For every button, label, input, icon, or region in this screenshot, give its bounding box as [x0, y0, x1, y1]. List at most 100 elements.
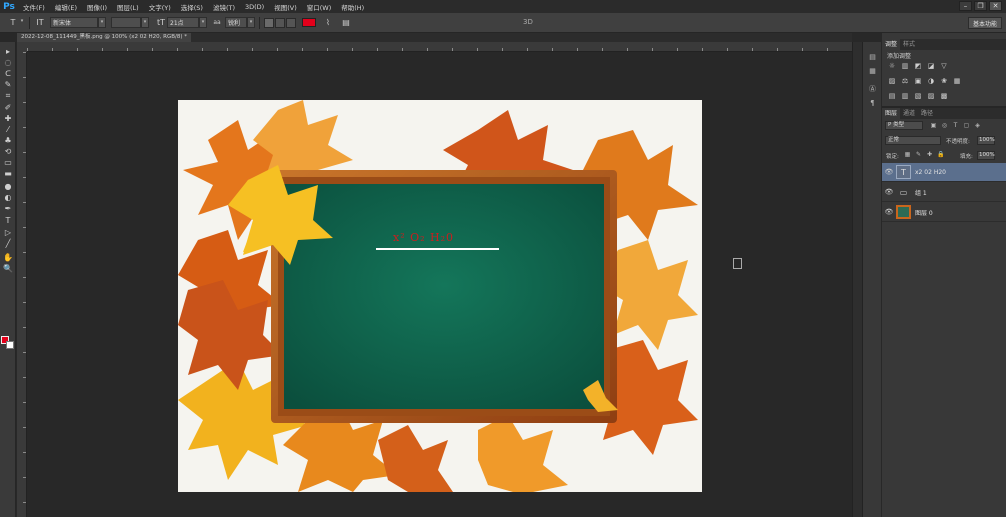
- menu-layer[interactable]: 图层(L): [112, 2, 144, 12]
- filter-4-icon[interactable]: ◈: [974, 122, 981, 129]
- menu-select[interactable]: 选择(S): [176, 2, 208, 12]
- align-left-button[interactable]: [264, 17, 274, 28]
- eye-icon[interactable]: 👁: [882, 188, 896, 196]
- layers-tabs: 图层 通道 路径: [882, 108, 1006, 119]
- menu-image[interactable]: 图像(I): [82, 2, 112, 12]
- font-style-select[interactable]: [111, 17, 141, 28]
- font-family-select[interactable]: 新宋体: [50, 17, 98, 28]
- gradient-tool-icon[interactable]: ▬: [2, 168, 14, 180]
- font-family-dropdown[interactable]: ▾: [98, 17, 106, 28]
- adjustment-5-icon[interactable]: ▦: [952, 77, 962, 85]
- font-size-icon: tT: [156, 17, 166, 27]
- panel-icon-strip: ▤ ▦ Ⓐ ¶: [862, 42, 881, 517]
- tab-adjustments[interactable]: 调整: [882, 39, 901, 50]
- adjustment-4-icon[interactable]: ▽: [939, 62, 949, 70]
- minimize-button[interactable]: –: [959, 1, 972, 11]
- vertical-ruler[interactable]: [17, 52, 27, 517]
- adjustment-0-icon[interactable]: ▨: [887, 77, 897, 85]
- 3d-button[interactable]: 3D: [523, 18, 533, 26]
- filter-1-icon[interactable]: ◎: [941, 122, 948, 129]
- pen-tool-icon[interactable]: ✒: [2, 203, 14, 215]
- opacity-field[interactable]: 100%: [977, 136, 995, 145]
- tab-paths[interactable]: 路径: [918, 108, 936, 119]
- options-bar: T ▾ IT 新宋体 ▾ ▾ tT 21点 ▾ aa 锐利 ▾ ⌇ ▤ 3D 基…: [0, 13, 1006, 33]
- font-size-select[interactable]: 21点: [167, 17, 199, 28]
- blend-mode-select[interactable]: 正常: [885, 136, 941, 145]
- close-button[interactable]: ✕: [989, 1, 1002, 11]
- adjustment-2-icon[interactable]: ▧: [913, 92, 923, 100]
- menu-help[interactable]: 帮助(H): [336, 2, 369, 12]
- adjustment-1-icon[interactable]: ▥: [900, 92, 910, 100]
- align-center-button[interactable]: [275, 17, 285, 28]
- antialias-dropdown[interactable]: ▾: [247, 17, 255, 28]
- character-panel-icon[interactable]: Ⓐ: [867, 84, 878, 95]
- horizontal-ruler[interactable]: [27, 42, 852, 52]
- workspace-select[interactable]: 基本功能: [967, 17, 1002, 29]
- layer-row-image[interactable]: 👁 图层 0: [882, 203, 1006, 222]
- tab-styles[interactable]: 样式: [900, 39, 918, 50]
- tab-layers[interactable]: 图层: [882, 108, 901, 119]
- eye-icon[interactable]: 👁: [882, 168, 896, 176]
- image-layer-thumb: [896, 205, 911, 219]
- line-tool-icon[interactable]: ╱: [2, 238, 14, 250]
- lock-icons: ▦ ✎ ✚ 🔒: [904, 151, 945, 158]
- actions-panel-icon[interactable]: ▦: [867, 66, 878, 77]
- zoom-tool-icon[interactable]: 🔍: [2, 263, 14, 275]
- preset-dropdown-icon[interactable]: ▾: [19, 17, 25, 28]
- restore-button[interactable]: ❐: [974, 1, 987, 11]
- text-color-swatch[interactable]: [302, 18, 316, 27]
- adjustment-4-icon[interactable]: ▩: [939, 92, 949, 100]
- menu-file[interactable]: 文件(F): [18, 2, 50, 12]
- menu-edit[interactable]: 编辑(E): [50, 2, 82, 12]
- filter-0-icon[interactable]: ▣: [930, 122, 937, 129]
- lock-2-icon[interactable]: ✚: [926, 151, 933, 158]
- font-style-dropdown[interactable]: ▾: [141, 17, 149, 28]
- adjustment-2-icon[interactable]: ◩: [913, 62, 923, 70]
- lock-3-icon[interactable]: 🔒: [937, 151, 944, 158]
- menu-bar: Ps 文件(F) 编辑(E) 图像(I) 图层(L) 文字(Y) 选择(S) 滤…: [0, 0, 1006, 13]
- adjustments-row-1: ☼ ▥ ◩ ◪ ▽: [887, 62, 949, 70]
- menu-3d[interactable]: 3D(D): [240, 3, 269, 11]
- adjustment-3-icon[interactable]: ▨: [926, 92, 936, 100]
- document-canvas[interactable]: x² O₂ H₂0: [178, 100, 702, 492]
- background-color-swatch[interactable]: [6, 341, 14, 349]
- adjustment-3-icon[interactable]: ◪: [926, 62, 936, 70]
- lock-0-icon[interactable]: ▦: [904, 151, 911, 158]
- crop-tool-icon[interactable]: ⌗: [2, 90, 14, 102]
- text-align-group: [264, 17, 296, 28]
- fill-field[interactable]: 100%: [977, 151, 995, 160]
- layer-filter-select[interactable]: P 类型: [885, 121, 923, 130]
- warp-text-icon[interactable]: ⌇: [322, 17, 334, 29]
- layer-row-text[interactable]: 👁 T x2 02 H20: [882, 163, 1006, 182]
- character-panel-icon[interactable]: ▤: [340, 17, 352, 29]
- paragraph-panel-icon[interactable]: ¶: [867, 98, 878, 109]
- adjustment-1-icon[interactable]: ⚖: [900, 77, 910, 85]
- antialias-select[interactable]: 锐利: [225, 17, 247, 28]
- adjustment-0-icon[interactable]: ▤: [887, 92, 897, 100]
- eye-icon[interactable]: 👁: [882, 208, 896, 216]
- adjustment-0-icon[interactable]: ☼: [887, 62, 897, 70]
- vertical-scrollbar[interactable]: [852, 42, 862, 517]
- document-tab[interactable]: 2022-12-08_111449_黑板.png @ 100% (x2 02 H…: [17, 33, 192, 42]
- menu-filter[interactable]: 滤镜(T): [208, 2, 240, 12]
- tab-channels[interactable]: 通道: [900, 108, 918, 119]
- menu-view[interactable]: 视图(V): [269, 2, 302, 12]
- align-right-button[interactable]: [286, 17, 296, 28]
- filter-2-icon[interactable]: T: [952, 122, 959, 129]
- font-size-dropdown[interactable]: ▾: [199, 17, 207, 28]
- type-tool-preset-icon[interactable]: T: [7, 17, 19, 29]
- formula-text[interactable]: x² O₂ H₂0: [393, 231, 454, 244]
- text-orientation-icon[interactable]: IT: [34, 17, 46, 29]
- adjustment-2-icon[interactable]: ▣: [913, 77, 923, 85]
- filter-3-icon[interactable]: ▢: [963, 122, 970, 129]
- history-panel-icon[interactable]: ▤: [867, 52, 878, 63]
- adjustment-3-icon[interactable]: ◑: [926, 77, 936, 85]
- adjustment-1-icon[interactable]: ▥: [900, 62, 910, 70]
- type-tool-icon[interactable]: T: [2, 215, 14, 227]
- lock-1-icon[interactable]: ✎: [915, 151, 922, 158]
- menu-type[interactable]: 文字(Y): [144, 2, 176, 12]
- tools-panel: ▸ ◌ ᑕ ✎ ⌗ ✐ ✚ ⁄ ♣ ⟲ ▭ ▬ ● ◐ ✒ T ▷ ╱ ✋ 🔍: [0, 42, 16, 517]
- adjustment-4-icon[interactable]: ❀: [939, 77, 949, 85]
- menu-window[interactable]: 窗口(W): [302, 2, 337, 12]
- layer-row-group[interactable]: 👁 ▭ 组 1: [882, 183, 1006, 202]
